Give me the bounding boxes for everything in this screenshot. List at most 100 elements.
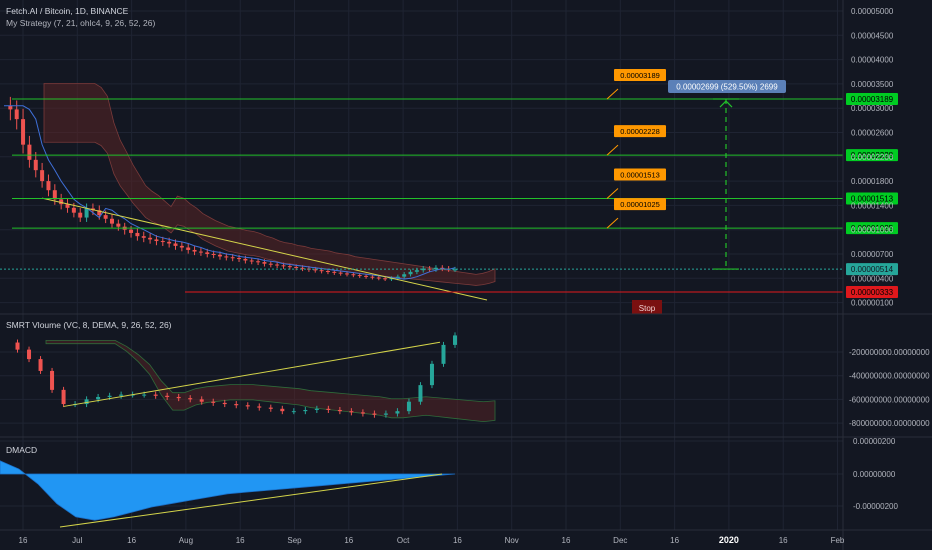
volume-candle-body (314, 408, 319, 410)
volume-candle-body (211, 401, 216, 403)
level-axis-label: 0.00000333 (851, 288, 894, 297)
candle-body (281, 265, 286, 267)
volume-tick-label: -600000000.00000000 (849, 395, 930, 404)
volume-candle-body (27, 349, 32, 360)
candle-body (268, 263, 273, 265)
volume-candle-body (268, 407, 273, 409)
candle-body (135, 232, 140, 237)
candle-body (376, 277, 381, 279)
candle-body (116, 223, 121, 227)
callout-label: 0.00002228 (620, 127, 660, 136)
volume-candle-body (303, 409, 308, 412)
chart-canvas[interactable]: 0.000031890.000031890.000022280.00002228… (0, 0, 932, 550)
volume-candle-body (176, 396, 181, 399)
candle-body (224, 256, 229, 258)
level-axis-label: 0.00000514 (851, 265, 894, 274)
callout-label: 0.00001025 (620, 200, 660, 209)
price-tick-label: 0.00001000 (851, 226, 894, 235)
strategy-label: My Strategy (7, 21, ohlc4, 9, 26, 52, 26… (6, 18, 156, 28)
volume-candle-body (383, 413, 388, 415)
time-tick-label: 16 (453, 536, 462, 545)
candle-body (275, 264, 280, 266)
candle-body (129, 229, 134, 233)
volume-tick-label: -200000000.00000000 (849, 348, 930, 357)
time-tick-label: Aug (179, 536, 193, 545)
candle-body (249, 260, 254, 262)
price-tick-label: 0.00000400 (851, 274, 894, 283)
macd-tick-label: 0.00000200 (853, 437, 896, 446)
time-tick-label: 16 (670, 536, 679, 545)
volume-candle-body (96, 396, 101, 400)
time-tick-label: Jul (72, 536, 82, 545)
volume-tick-label: -400000000.00000000 (849, 372, 930, 381)
candle-body (8, 105, 13, 110)
candle-body (154, 239, 159, 242)
candle-body (383, 278, 388, 280)
volume-candle-body (222, 402, 227, 405)
candle-body (71, 207, 76, 213)
price-tick-label: 0.00000700 (851, 250, 894, 259)
time-tick-label: Sep (287, 536, 302, 545)
volume-candle-body (395, 411, 400, 414)
price-tick-label: 0.00002200 (851, 153, 894, 162)
candle-body (211, 254, 216, 255)
volume-candle-body (107, 395, 112, 397)
candle-body (332, 271, 337, 273)
volume-candle-body (406, 401, 411, 412)
candle-body (408, 271, 413, 275)
candle-body (414, 270, 419, 272)
candle-body (103, 215, 108, 219)
price-tick-label: 0.00002600 (851, 129, 894, 138)
volume-candle-body (165, 395, 170, 397)
volume-candle-body (280, 408, 285, 412)
candle-body (370, 276, 375, 278)
candle-body (294, 266, 299, 268)
candle-body (205, 252, 210, 254)
time-tick-label: Dec (613, 536, 627, 545)
candle-body (338, 272, 343, 274)
time-tick-label: Nov (505, 536, 519, 545)
volume-candle-body (38, 359, 43, 371)
volume-candle-body (245, 405, 250, 407)
candle-body (78, 212, 83, 218)
volume-candle-body (257, 406, 262, 408)
time-tick-label: 2020 (719, 535, 739, 545)
volume-candle-body (50, 370, 55, 390)
candle-body (14, 109, 19, 120)
candle-body (237, 258, 242, 260)
candle-body (256, 261, 261, 263)
macd-label: DMACD (6, 445, 38, 455)
candle-body (52, 190, 57, 200)
candle-body (345, 273, 350, 275)
price-tick-label: 0.00004500 (851, 31, 894, 40)
candle-body (192, 249, 197, 252)
price-tick-label: 0.00001800 (851, 177, 894, 186)
stop-label: Stop (639, 304, 656, 313)
volume-candle-body (291, 411, 296, 413)
time-tick-label: 16 (236, 536, 245, 545)
price-tick-label: 0.00003500 (851, 80, 894, 89)
level-axis-label: 0.00003189 (851, 95, 894, 104)
volume-candle-body (234, 404, 239, 406)
volume-candle-body (142, 394, 147, 396)
volume-candle-body (418, 385, 423, 402)
candle-body (148, 237, 153, 240)
time-tick-label: 16 (779, 536, 788, 545)
candle-body (40, 170, 45, 182)
candle-body (217, 254, 222, 257)
volume-tick-label: -800000000.00000000 (849, 419, 930, 428)
volume-candle-body (326, 408, 331, 410)
volume-candle-body (441, 344, 446, 364)
volume-candle-body (119, 394, 124, 396)
candle-body (319, 270, 324, 272)
volume-candle-body (153, 394, 158, 396)
candle-body (33, 159, 38, 171)
time-tick-label: 16 (344, 536, 353, 545)
candle-body (402, 274, 407, 277)
time-tick-label: Feb (831, 536, 845, 545)
candle-body (84, 208, 89, 218)
callout-label: 0.00003189 (620, 71, 660, 80)
volume-candle-body (360, 412, 365, 414)
price-tick-label: 0.00003000 (851, 104, 894, 113)
candle-body (179, 245, 184, 248)
